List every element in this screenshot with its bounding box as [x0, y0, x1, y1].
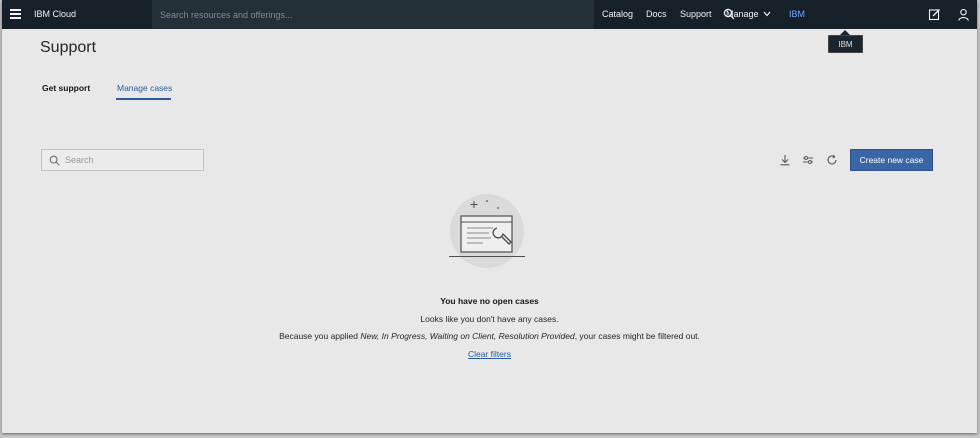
- nav-account[interactable]: IBM: [789, 9, 805, 19]
- top-nav-bar: IBM Cloud Catalog Docs Support Manage IB…: [2, 0, 977, 29]
- menu-icon[interactable]: [10, 9, 21, 19]
- filter-note-prefix: Because you applied: [279, 331, 361, 341]
- active-tab-indicator: [116, 98, 171, 100]
- filter-note-suffix: , your cases might be filtered out.: [574, 331, 700, 341]
- user-icon[interactable]: [957, 8, 970, 21]
- case-search-input[interactable]: [65, 153, 195, 167]
- edit-icon[interactable]: [928, 8, 941, 21]
- tab-get-support[interactable]: Get support: [42, 83, 90, 93]
- app-window: IBM Cloud Catalog Docs Support Manage IB…: [2, 0, 977, 433]
- empty-cases-illustration: [449, 194, 525, 268]
- clear-filters-link[interactable]: Clear filters: [2, 349, 977, 359]
- case-search-box: [41, 149, 204, 171]
- create-new-case-button[interactable]: Create new case: [850, 149, 933, 171]
- page-title: Support: [40, 39, 97, 56]
- nav-docs[interactable]: Docs: [646, 9, 667, 19]
- refresh-icon[interactable]: [826, 154, 838, 166]
- applied-filter-values: New, In Progress, Waiting on Client, Res…: [360, 331, 575, 341]
- nav-catalog[interactable]: Catalog: [602, 9, 633, 19]
- brand-name[interactable]: IBM Cloud: [34, 9, 76, 19]
- global-search-input[interactable]: [160, 7, 560, 22]
- empty-state-title: You have no open cases: [440, 296, 539, 306]
- empty-state-filter-note: Because you applied New, In Progress, Wa…: [2, 331, 977, 341]
- nav-manage[interactable]: Manage: [726, 9, 759, 19]
- global-search: [152, 0, 735, 29]
- download-icon[interactable]: [779, 154, 791, 166]
- nav-support[interactable]: Support: [680, 9, 712, 19]
- tab-manage-cases[interactable]: Manage cases: [117, 83, 172, 93]
- account-tooltip: IBM: [828, 35, 863, 53]
- search-icon: [49, 155, 60, 166]
- empty-state-subtitle: Looks like you don't have any cases.: [420, 314, 559, 324]
- filter-settings-icon[interactable]: [802, 154, 814, 166]
- chevron-down-icon[interactable]: [763, 11, 771, 17]
